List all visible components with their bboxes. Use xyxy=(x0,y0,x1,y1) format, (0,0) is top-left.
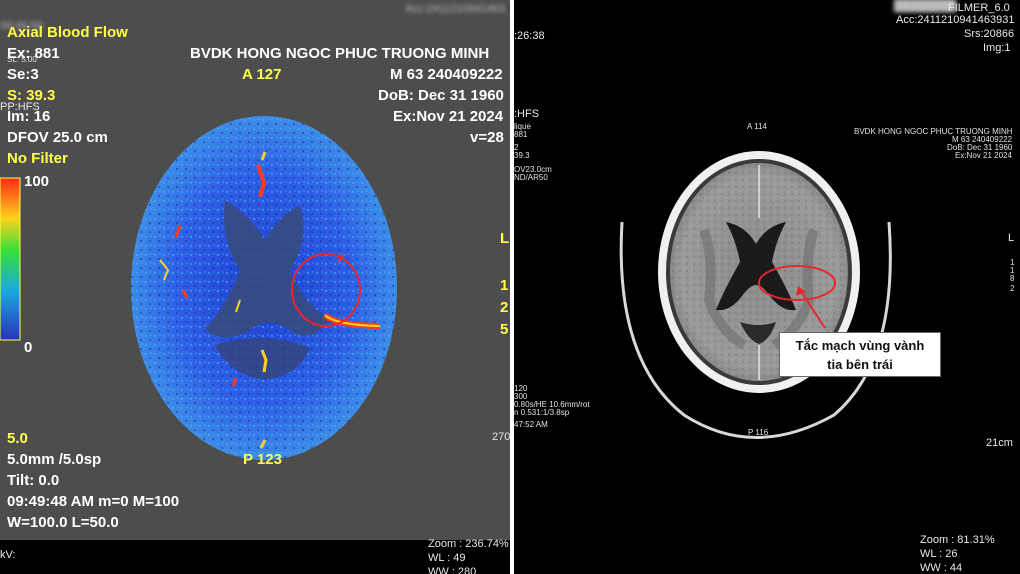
image-number: Im: 16 xyxy=(7,108,51,125)
window-level: WL : 49 xyxy=(428,552,466,564)
series-clipped: SL: 5.00 xyxy=(7,55,37,64)
hospital-name: BVDK HONG NGOC PHUC TRUONG MINH xyxy=(190,45,490,62)
scale-label: 21cm xyxy=(986,437,1013,449)
hfs-label: :HFS xyxy=(514,108,540,120)
edge-char-4: 5 xyxy=(500,321,509,338)
window-width: WW : 280 xyxy=(428,566,477,574)
edge-char-4: 8 xyxy=(1010,274,1015,283)
edge-number: 270 xyxy=(492,431,510,443)
left-small-7: ND/AR50 xyxy=(514,173,548,182)
accession-clipped: Acc:2411210941463 xyxy=(405,3,506,15)
bottom-info-1: 5.0 xyxy=(7,430,28,447)
zoom-level: Zoom : 236.74% xyxy=(428,538,509,550)
edge-char-2: 1 xyxy=(500,277,509,294)
patient-id: M 63 240409222 xyxy=(390,66,503,83)
kv-label: kV: xyxy=(0,549,16,561)
exam-date: Ex:Nov 21 2024 xyxy=(955,151,1012,160)
color-scale-bar xyxy=(0,177,21,341)
series-number: Se:3 xyxy=(7,66,39,83)
bottom-info-2: 5.0mm /5.0sp xyxy=(7,451,102,468)
ct-panel: ████████ FILMER_6.0 Acc:2411210941463931… xyxy=(514,0,1020,574)
zoom-level: Zoom : 81.31% xyxy=(920,534,995,546)
bottom-info-5: W=100.0 L=50.0 xyxy=(7,514,119,531)
window-level: WL : 26 xyxy=(920,548,958,560)
series-label: Srs:20866 xyxy=(964,28,1015,40)
anterior-marker: A 127 xyxy=(242,66,282,83)
accession-number: Acc:2411210941463931 xyxy=(896,14,1015,26)
edge-char-3: 2 xyxy=(500,299,509,316)
left-small-2: 881 xyxy=(514,130,528,139)
posterior-marker: P 123 xyxy=(243,451,282,468)
left-small-4: 39.3 xyxy=(514,151,530,160)
scale-max: 100 xyxy=(24,173,50,190)
tech-5: 47:52 AM xyxy=(514,420,548,429)
bottom-info-4: 09:49:48 AM m=0 M=100 xyxy=(7,493,180,510)
posterior-marker: P 116 xyxy=(748,428,769,437)
ct-image xyxy=(619,151,892,439)
filmer-label: FILMER_6.0 xyxy=(948,2,1010,14)
edge-char-1: L xyxy=(1008,232,1015,244)
annotation-callout: Tắc mạch vùng vành tia bên trái xyxy=(779,332,941,377)
anterior-marker: A 114 xyxy=(747,122,767,131)
window-width: WW : 44 xyxy=(920,562,963,574)
date-of-birth: DoB: Dec 31 1960 xyxy=(378,87,504,104)
exam-date: Ex:Nov 21 2024 xyxy=(393,108,504,125)
blurred-header: ████████ xyxy=(894,0,957,12)
callout-line-1: Tắc mạch vùng vành xyxy=(795,338,925,353)
tech-4: n 0.531:1/3.8sp xyxy=(514,408,570,417)
sequence-title: Axial Blood Flow xyxy=(7,24,128,41)
edge-char-5: 2 xyxy=(1010,284,1015,293)
filter-label: No Filter xyxy=(7,150,68,167)
dfov: DFOV 25.0 cm xyxy=(7,129,108,146)
image-label: Img:1 xyxy=(983,42,1011,54)
edge-char-1: L xyxy=(500,230,510,247)
time-clipped: :26:38 xyxy=(514,30,545,42)
scale-min: 0 xyxy=(24,339,33,356)
v-value: v=28 xyxy=(470,129,504,146)
bottom-info-3: Tilt: 0.0 xyxy=(7,472,60,489)
callout-line-2: tia bên trái xyxy=(827,357,893,372)
perfusion-panel: 09:46:58 Acc:2411210941463 Axial Blood F… xyxy=(0,0,510,574)
